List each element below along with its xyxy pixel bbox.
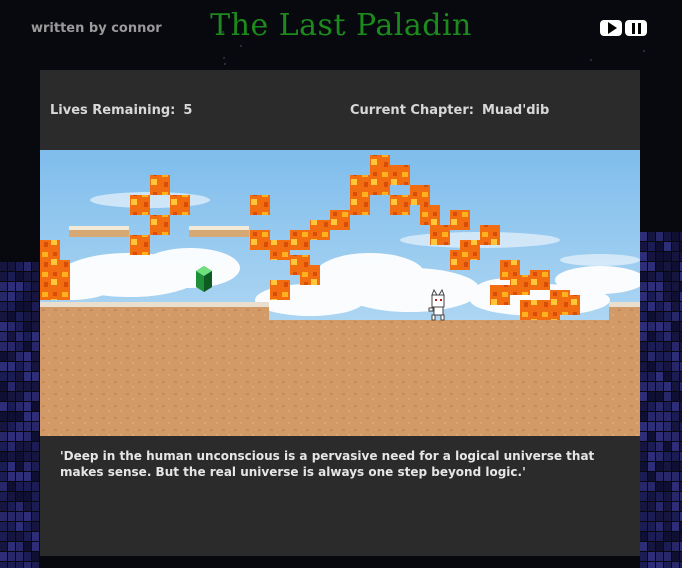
- lava-block: [370, 175, 390, 195]
- lava-block: [130, 195, 150, 215]
- lava-block: [250, 230, 270, 250]
- lava-block: [450, 210, 470, 230]
- lava-block: [430, 225, 450, 245]
- play-icon: [607, 22, 617, 34]
- game-title: The Last Paladin: [210, 8, 472, 43]
- lava-block: [40, 280, 60, 300]
- lava-block: [270, 240, 290, 260]
- lava-block: [350, 195, 370, 215]
- lava-block: [450, 250, 470, 270]
- lava-block: [390, 195, 410, 215]
- lives-value: 5: [183, 103, 193, 118]
- green-gem: [196, 266, 212, 292]
- lava-block: [350, 175, 370, 195]
- lives-display: Lives Remaining: 5: [50, 103, 192, 118]
- pause-button[interactable]: [625, 20, 647, 36]
- chapter-quote: 'Deep in the human unconscious is a perv…: [60, 449, 595, 479]
- lava-block: [480, 225, 500, 245]
- lava-block: [490, 285, 510, 305]
- lava-block: [270, 280, 290, 300]
- lava-block: [300, 265, 320, 285]
- lava-block: [290, 230, 310, 250]
- chapter-label: Current Chapter:: [350, 103, 474, 118]
- chapter-display: Current Chapter: Muad'dib: [350, 103, 549, 118]
- play-button[interactable]: [600, 20, 622, 36]
- lava-block: [170, 195, 190, 215]
- lava-block: [150, 215, 170, 235]
- lava-block: [530, 270, 550, 290]
- cloud: [140, 248, 240, 288]
- sand-ground: [40, 302, 640, 436]
- lava-block: [310, 220, 330, 240]
- chapter-value: Muad'dib: [481, 103, 550, 118]
- game-panel: Lives Remaining: 5 Current Chapter: Muad'd…: [40, 70, 640, 556]
- pause-icon: [631, 22, 641, 34]
- lava-block: [130, 235, 150, 255]
- lava-block: [370, 155, 390, 175]
- lava-block: [560, 295, 580, 315]
- playback-controls: [600, 20, 647, 36]
- lives-label: Lives Remaining:: [50, 103, 176, 118]
- lava-block: [510, 275, 530, 295]
- game-canvas[interactable]: [40, 150, 640, 436]
- lava-block: [40, 240, 60, 260]
- lava-block: [420, 205, 440, 225]
- lava-block: [390, 165, 410, 185]
- lava-block: [520, 300, 540, 320]
- lava-block: [250, 195, 270, 215]
- lava-block: [50, 260, 70, 280]
- lava-block: [410, 185, 430, 205]
- lava-block: [330, 210, 350, 230]
- lava-block: [150, 175, 170, 195]
